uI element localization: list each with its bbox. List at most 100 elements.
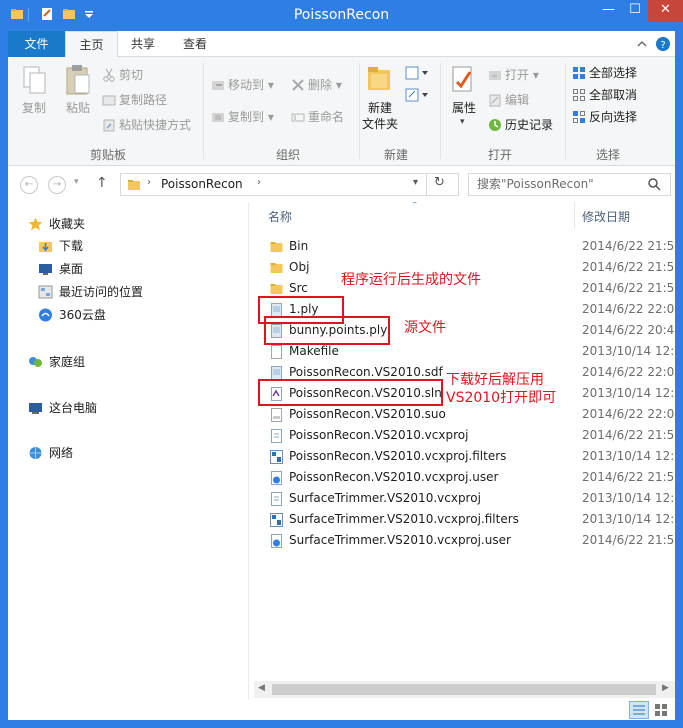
table-row[interactable]: Bin 2014/6/22 21:55 bbox=[249, 236, 675, 257]
scroll-left-icon[interactable]: ◀ bbox=[258, 683, 265, 693]
select-none-button[interactable]: 全部取消 bbox=[572, 86, 637, 104]
select-none-icon bbox=[572, 88, 586, 102]
breadcrumb-chevron-icon[interactable]: › bbox=[257, 177, 261, 188]
open-button[interactable]: 打开 ▾ bbox=[488, 66, 539, 84]
rename-icon bbox=[291, 110, 305, 124]
navigation-bar: ← → ▾ ↑ › PoissonRecon › ▾ ↻ 搜索"PoissonR… bbox=[8, 166, 675, 202]
tab-share[interactable]: 共享 bbox=[120, 31, 166, 58]
ribbon: 复制 粘贴 剪切 复制路径 粘贴快捷方式 剪贴板 移动到 ▾ 复制到 ▾ 删除 … bbox=[8, 57, 675, 166]
paste-button[interactable]: 粘贴 bbox=[58, 100, 98, 116]
scroll-right-icon[interactable]: ▶ bbox=[662, 683, 669, 693]
rename-button[interactable]: 重命名 bbox=[291, 108, 344, 126]
properties-dropdown-icon[interactable]: ▾ bbox=[460, 117, 465, 127]
navigation-pane: 收藏夹 下载 桌面 最近访问的位置 360云盘 家庭组 这台电脑 网络 bbox=[8, 202, 248, 700]
copy-path-icon bbox=[102, 93, 116, 107]
group-label-open: 打开 bbox=[487, 148, 512, 162]
sort-ascending-icon: ⌃ bbox=[411, 202, 419, 211]
help-icon[interactable]: ? bbox=[656, 37, 670, 51]
window-title: PoissonRecon bbox=[293, 7, 390, 23]
horizontal-scrollbar[interactable]: ◀ ▶ bbox=[254, 681, 675, 698]
tab-home[interactable]: 主页 bbox=[65, 31, 118, 58]
file-date: 2014/6/22 22:04 bbox=[582, 302, 675, 316]
file-date: 2013/10/14 12:0 bbox=[582, 512, 675, 526]
folder-icon bbox=[270, 240, 283, 254]
file-date: 2014/6/22 21:53 bbox=[582, 281, 675, 295]
refresh-icon[interactable]: ↻ bbox=[434, 175, 445, 190]
file-name: SurfaceTrimmer.VS2010.vcxproj.filters bbox=[289, 512, 519, 526]
filters-file-icon bbox=[270, 450, 283, 464]
copy-icon bbox=[23, 66, 46, 94]
table-row[interactable]: PoissonRecon.VS2010.vcxproj 2014/6/22 21:… bbox=[249, 425, 675, 446]
paste-shortcut-button[interactable]: 粘贴快捷方式 bbox=[102, 116, 191, 134]
table-row[interactable]: SurfaceTrimmer.VS2010.vcxproj 2013/10/14 … bbox=[249, 488, 675, 509]
address-dropdown-icon[interactable]: ▾ bbox=[413, 177, 418, 188]
easy-access-icon[interactable] bbox=[404, 87, 430, 103]
breadcrumb-chevron-icon[interactable]: › bbox=[147, 177, 151, 188]
copy-to-button[interactable]: 复制到 ▾ bbox=[211, 108, 274, 126]
tab-view[interactable]: 查看 bbox=[172, 31, 218, 58]
properties-button[interactable]: 属性 bbox=[444, 100, 484, 116]
new-folder-button[interactable]: 新建 文件夹 bbox=[358, 100, 402, 132]
homegroup-icon bbox=[29, 357, 42, 367]
file-name: SurfaceTrimmer.VS2010.vcxproj bbox=[289, 491, 481, 505]
file-date: 2013/10/14 12:0 bbox=[582, 491, 675, 505]
table-row[interactable]: SurfaceTrimmer.VS2010.vcxproj.filters 201… bbox=[249, 509, 675, 530]
up-arrow-icon[interactable]: ↑ bbox=[96, 175, 108, 191]
properties-icon bbox=[452, 66, 472, 92]
address-bar[interactable]: › PoissonRecon › ▾ ↻ bbox=[120, 173, 459, 196]
move-to-icon bbox=[211, 78, 225, 92]
minimize-button[interactable]: — bbox=[595, 0, 622, 22]
maximize-button[interactable]: ☐ bbox=[622, 0, 648, 22]
column-header-date[interactable]: 修改日期 bbox=[582, 208, 630, 225]
recent-locations-icon[interactable]: ▾ bbox=[74, 177, 79, 187]
new-item-icon[interactable] bbox=[404, 65, 430, 81]
breadcrumb-item[interactable]: PoissonRecon bbox=[161, 177, 243, 191]
annotation-text-source: 源文件 bbox=[404, 320, 446, 336]
invert-selection-button[interactable]: 反向选择 bbox=[572, 108, 637, 126]
paste-icon bbox=[66, 65, 90, 95]
search-icon[interactable] bbox=[648, 178, 661, 191]
back-button[interactable]: ← bbox=[20, 176, 38, 194]
table-row[interactable]: PoissonRecon.VS2010.vcxproj.filters 2013/… bbox=[249, 446, 675, 467]
ribbon-separator bbox=[440, 63, 441, 159]
table-row[interactable]: SurfaceTrimmer.VS2010.vcxproj.user 2014/6… bbox=[249, 530, 675, 551]
edit-button[interactable]: 编辑 bbox=[488, 91, 529, 109]
ribbon-separator bbox=[203, 63, 204, 159]
tab-file[interactable]: 文件 bbox=[8, 31, 65, 57]
paste-shortcut-icon bbox=[102, 118, 116, 132]
copy-path-button[interactable]: 复制路径 bbox=[102, 91, 167, 109]
scrollbar-thumb[interactable] bbox=[272, 684, 656, 695]
large-icons-view-icon[interactable] bbox=[651, 701, 671, 719]
download-folder-icon bbox=[39, 242, 52, 252]
file-name: Obj bbox=[289, 260, 310, 274]
file-date: 2013/10/14 12:0 bbox=[582, 449, 675, 463]
forward-button[interactable]: → bbox=[48, 176, 66, 194]
copy-button[interactable]: 复制 bbox=[14, 100, 54, 116]
user-file-icon bbox=[270, 471, 283, 485]
table-row[interactable]: PoissonRecon.VS2010.suo 2014/6/22 22:04 bbox=[249, 404, 675, 425]
file-name: PoissonRecon.VS2010.vcxproj.filters bbox=[289, 449, 507, 463]
delete-button[interactable]: 删除 ▾ bbox=[291, 76, 342, 94]
recent-places-icon bbox=[38, 285, 53, 299]
annotation-text-generated: 程序运行后生成的文件 bbox=[341, 272, 481, 288]
file-date: 2014/6/22 21:53 bbox=[582, 260, 675, 274]
details-view-icon[interactable] bbox=[629, 701, 649, 719]
column-separator[interactable] bbox=[574, 202, 575, 228]
folder-icon bbox=[270, 282, 283, 296]
collapse-ribbon-icon[interactable] bbox=[636, 37, 648, 51]
delete-x-icon bbox=[291, 78, 305, 92]
column-header-name[interactable]: 名称 bbox=[268, 208, 292, 225]
new-folder-icon bbox=[368, 67, 390, 90]
file-name: PoissonRecon.VS2010.vcxproj.user bbox=[289, 470, 499, 484]
file-date: 2014/6/22 21:54 bbox=[582, 533, 675, 547]
file-date: 2014/6/22 22:04 bbox=[582, 407, 675, 421]
select-all-button[interactable]: 全部选择 bbox=[572, 64, 637, 82]
history-button[interactable]: 历史记录 bbox=[488, 116, 553, 134]
table-row[interactable]: PoissonRecon.VS2010.vcxproj.user 2014/6/2… bbox=[249, 467, 675, 488]
move-to-button[interactable]: 移动到 ▾ bbox=[211, 76, 274, 94]
close-button[interactable]: ✕ bbox=[648, 0, 683, 22]
scissors-icon bbox=[102, 68, 116, 82]
cut-button[interactable]: 剪切 bbox=[102, 66, 143, 84]
search-input[interactable]: 搜索"PoissonRecon" bbox=[468, 173, 671, 196]
history-icon bbox=[488, 118, 502, 132]
